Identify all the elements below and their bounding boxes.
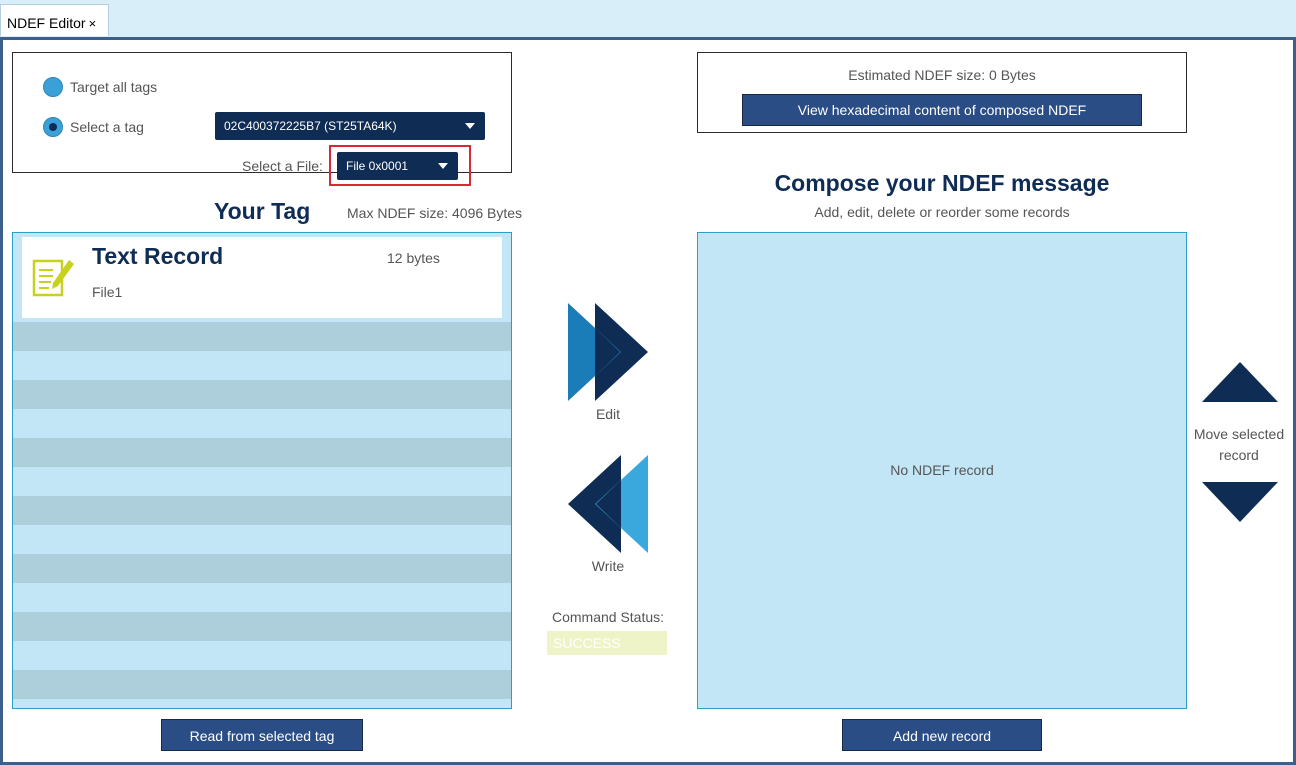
double-chevron-left-icon: [568, 455, 648, 553]
editor-panel: Target all tags Select a tag 02C40037222…: [0, 37, 1296, 765]
command-status-label: Command Status:: [551, 609, 665, 625]
triangle-up-icon: [1202, 362, 1278, 402]
read-from-tag-button[interactable]: Read from selected tag: [161, 719, 363, 751]
list-stripe: [13, 670, 511, 699]
move-up-button[interactable]: [1200, 360, 1280, 409]
list-stripe: [13, 496, 511, 525]
tab-title: NDEF Editor: [7, 15, 86, 31]
edit-label: Edit: [595, 406, 621, 422]
file-select-dropdown[interactable]: File 0x0001: [337, 152, 458, 180]
record-subtitle: File1: [92, 284, 123, 300]
compose-title: Compose your NDEF message: [774, 170, 1110, 196]
target-selection-box: Target all tags Select a tag 02C40037222…: [12, 52, 512, 186]
triangle-down-icon: [1202, 482, 1278, 522]
estimated-size: Estimated NDEF size: 0 Bytes: [848, 67, 1036, 83]
tab-ndef-editor[interactable]: NDEF Editor ×: [0, 4, 109, 36]
select-file-label: Select a File:: [242, 158, 323, 174]
record-size: 12 bytes: [387, 250, 440, 266]
select-tag-label: Select a tag: [70, 119, 144, 135]
estimate-box: Estimated NDEF size: 0 Bytes View hexade…: [697, 52, 1187, 133]
view-hex-button[interactable]: View hexadecimal content of composed NDE…: [742, 94, 1142, 126]
list-stripe: [13, 612, 511, 641]
compose-subtitle: Add, edit, delete or reorder some record…: [814, 204, 1070, 220]
max-ndef-size: Max NDEF size: 4096 Bytes: [347, 205, 523, 221]
file-select-value: File 0x0001: [346, 159, 409, 173]
empty-list-text: No NDEF record: [890, 462, 994, 478]
tag-records-list[interactable]: Text Record 12 bytes File1: [12, 232, 512, 709]
move-down-button[interactable]: [1200, 480, 1280, 529]
record-title: Text Record: [92, 243, 224, 269]
compose-records-list[interactable]: No NDEF record: [697, 232, 1187, 709]
command-status-value: SUCCESS: [547, 631, 667, 655]
list-stripe: [13, 438, 511, 467]
double-chevron-right-icon: [568, 303, 648, 401]
chevron-down-icon: [465, 123, 475, 129]
write-button[interactable]: [568, 455, 648, 553]
list-stripe: [13, 380, 511, 409]
select-tag-radio[interactable]: [43, 117, 63, 137]
close-icon[interactable]: ×: [89, 16, 97, 31]
list-stripe: [13, 322, 511, 351]
chevron-down-icon: [438, 163, 448, 169]
your-tag-title: Your Tag: [214, 198, 311, 224]
edit-button[interactable]: [568, 303, 648, 401]
list-item[interactable]: Text Record 12 bytes File1: [22, 237, 502, 318]
target-all-tags-radio[interactable]: [43, 77, 63, 97]
add-new-record-button[interactable]: Add new record: [842, 719, 1042, 751]
write-label: Write: [591, 558, 625, 574]
tag-select-dropdown[interactable]: 02C400372225B7 (ST25TA64K): [215, 112, 485, 140]
move-selected-label: Move selected record: [1193, 426, 1285, 463]
list-stripe: [13, 554, 511, 583]
text-record-icon: [32, 259, 74, 297]
tag-select-value: 02C400372225B7 (ST25TA64K): [224, 119, 397, 133]
tab-bar: NDEF Editor ×: [0, 0, 1296, 38]
target-all-tags-label: Target all tags: [70, 79, 158, 95]
